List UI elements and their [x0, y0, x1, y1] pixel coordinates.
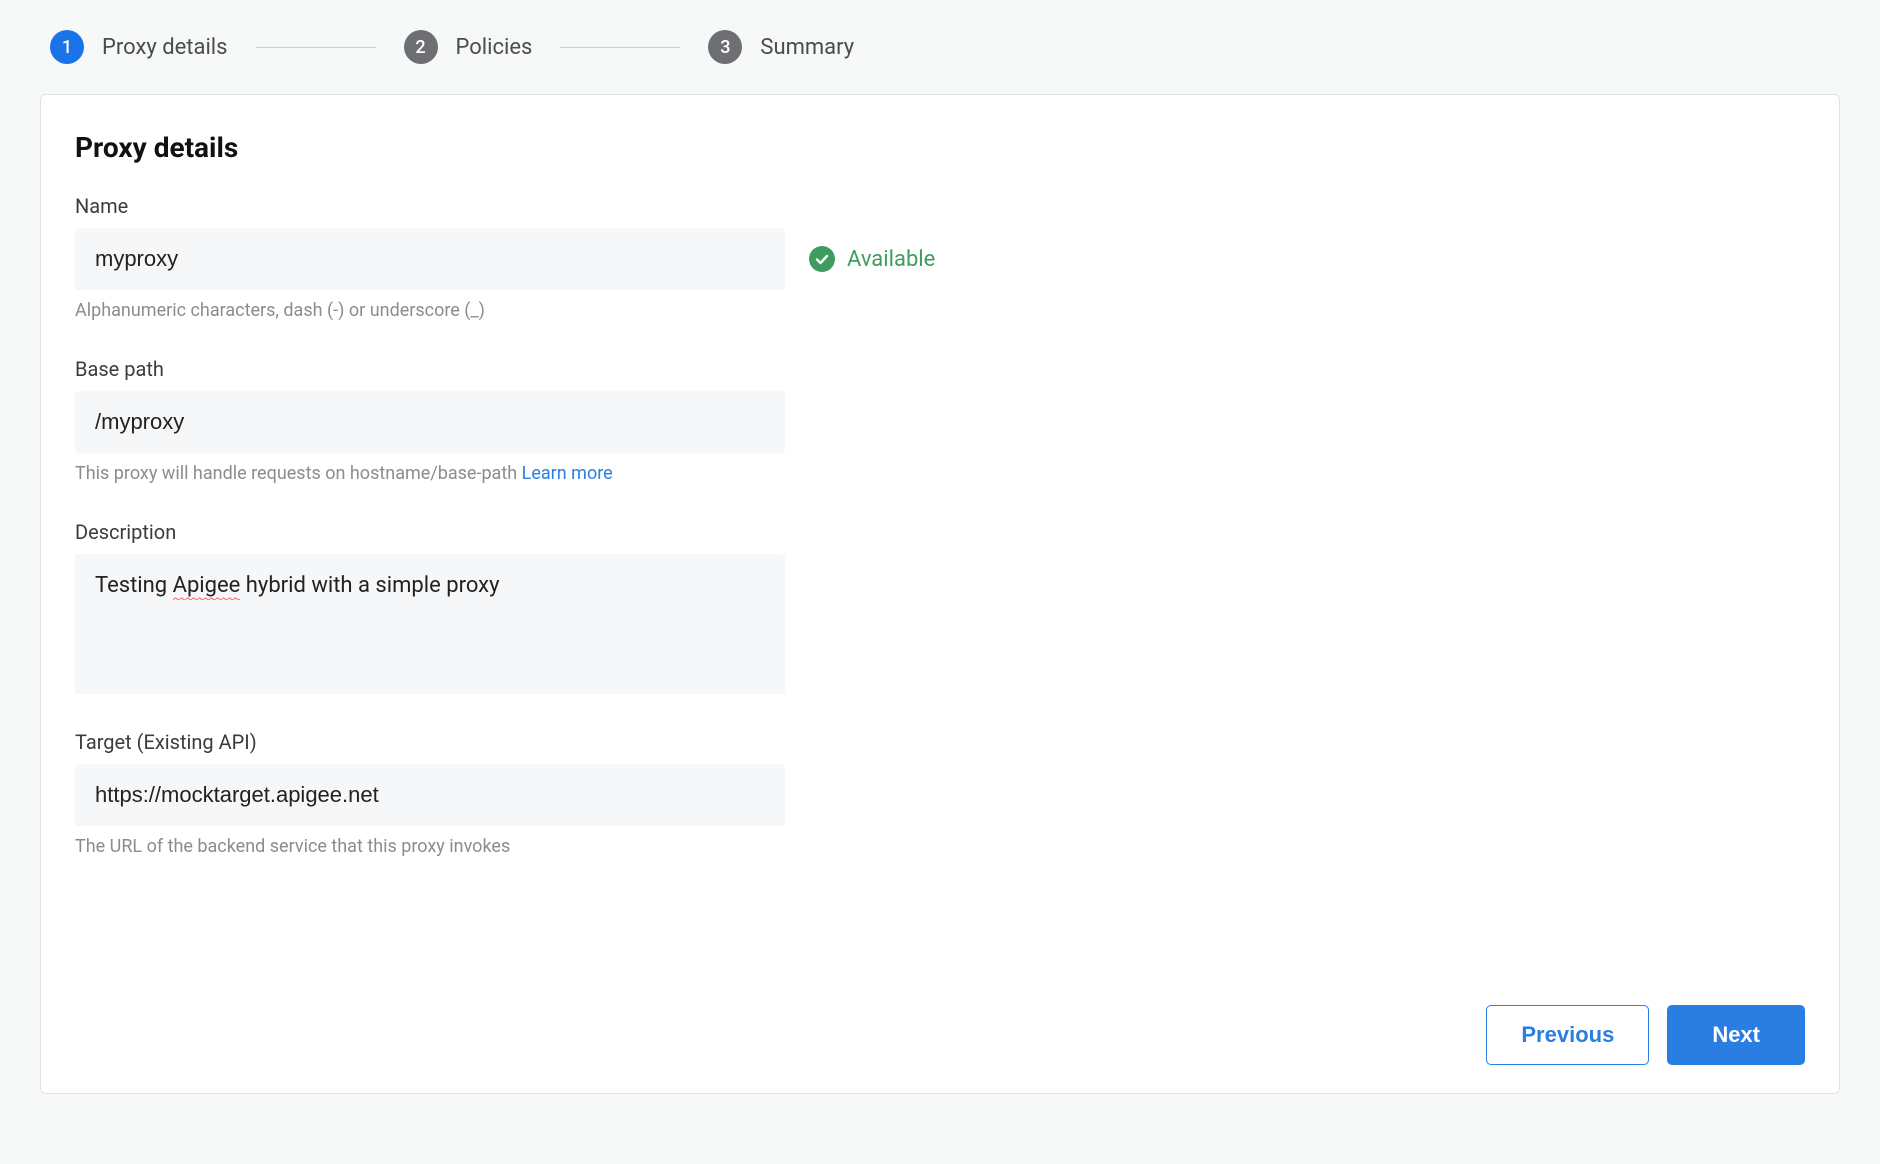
check-circle-icon — [809, 246, 835, 272]
learn-more-link[interactable]: Learn more — [522, 463, 613, 484]
target-label: Target (Existing API) — [75, 730, 1805, 754]
description-label: Description — [75, 520, 1805, 544]
step-summary[interactable]: 3 Summary — [708, 30, 854, 64]
target-input[interactable] — [75, 764, 785, 826]
availability-status: Available — [809, 246, 935, 272]
basepath-input[interactable] — [75, 391, 785, 453]
step-number: 1 — [50, 30, 84, 64]
card-title: Proxy details — [75, 131, 1805, 164]
proxy-details-card: Proxy details Name Available Alphanumeri… — [40, 94, 1840, 1094]
basepath-helper: This proxy will handle requests on hostn… — [75, 463, 1805, 484]
step-label: Summary — [760, 35, 854, 60]
name-label: Name — [75, 194, 1805, 218]
name-input[interactable] — [75, 228, 785, 290]
description-input[interactable]: Testing Apigee hybrid with a simple prox… — [75, 554, 785, 694]
field-name: Name Available Alphanumeric characters, … — [75, 194, 1805, 321]
basepath-label: Base path — [75, 357, 1805, 381]
field-target: Target (Existing API) The URL of the bac… — [75, 730, 1805, 857]
step-number: 3 — [708, 30, 742, 64]
step-divider — [256, 47, 376, 48]
step-policies[interactable]: 2 Policies — [404, 30, 533, 64]
field-basepath: Base path This proxy will handle request… — [75, 357, 1805, 484]
target-helper: The URL of the backend service that this… — [75, 836, 1805, 857]
step-proxy-details[interactable]: 1 Proxy details — [50, 30, 228, 64]
step-label: Proxy details — [102, 35, 228, 60]
wizard-footer: Previous Next — [1486, 1005, 1805, 1065]
next-button[interactable]: Next — [1667, 1005, 1805, 1065]
previous-button[interactable]: Previous — [1486, 1005, 1649, 1065]
step-divider — [560, 47, 680, 48]
availability-text: Available — [847, 247, 935, 272]
wizard-stepper: 1 Proxy details 2 Policies 3 Summary — [40, 0, 1840, 94]
step-label: Policies — [456, 35, 533, 60]
name-helper: Alphanumeric characters, dash (-) or und… — [75, 300, 1805, 321]
field-description: Description Testing Apigee hybrid with a… — [75, 520, 1805, 694]
step-number: 2 — [404, 30, 438, 64]
